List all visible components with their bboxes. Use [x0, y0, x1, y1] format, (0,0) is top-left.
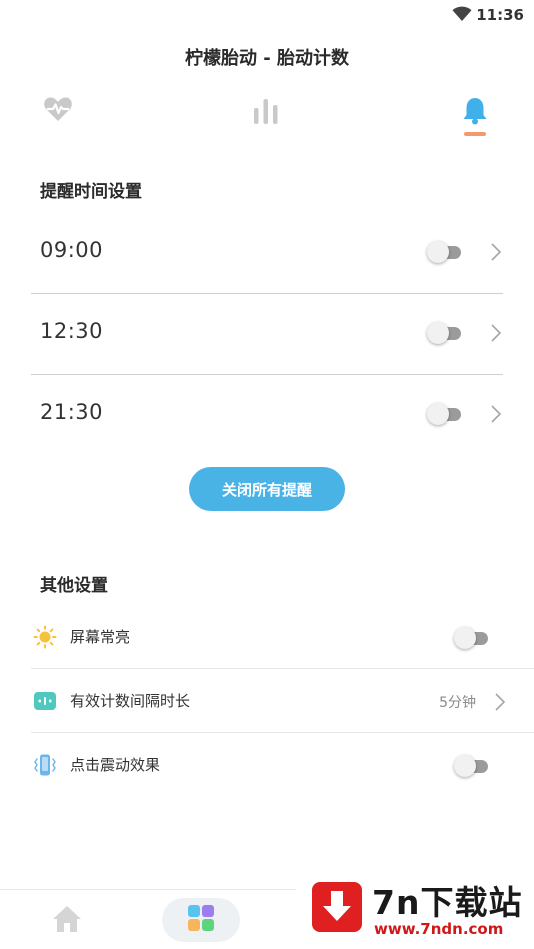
reminder-section-title: 提醒时间设置: [40, 182, 142, 202]
setting-label: 屏幕常亮: [70, 628, 131, 646]
reminder-row[interactable]: 09:00: [31, 214, 503, 294]
reminder-toggle[interactable]: [427, 241, 465, 263]
vibrate-icon: [33, 753, 57, 777]
tab-reminder[interactable]: [445, 92, 505, 138]
status-time: 11:36: [476, 6, 524, 24]
chevron-right-icon[interactable]: [490, 323, 502, 343]
setting-row-keep-screen-on[interactable]: 屏幕常亮: [31, 606, 534, 669]
close-all-reminders-button[interactable]: 关闭所有提醒: [189, 467, 345, 511]
toggle-knob: [454, 627, 476, 649]
reminder-time: 21:30: [40, 400, 104, 424]
keep-screen-on-toggle[interactable]: [454, 627, 492, 649]
reminder-row[interactable]: 21:30: [31, 376, 503, 456]
toggle-knob: [427, 403, 449, 425]
setting-row-vibration[interactable]: 点击震动效果: [31, 734, 534, 797]
heartbeat-icon: [43, 92, 73, 138]
setting-label: 有效计数间隔时长: [70, 692, 191, 710]
setting-row-count-interval[interactable]: 有效计数间隔时长 5分钟: [31, 670, 534, 733]
tab-bar: [0, 92, 534, 140]
bar-chart-icon: [252, 92, 280, 138]
active-tab-indicator: [464, 132, 486, 136]
watermark: 7n下载站 www.7ndn.com: [296, 860, 534, 949]
chevron-right-icon[interactable]: [494, 692, 506, 712]
reminder-toggle[interactable]: [427, 322, 465, 344]
vibration-toggle[interactable]: [454, 755, 492, 777]
status-bar: 11:36: [0, 0, 534, 30]
reminder-toggle[interactable]: [427, 403, 465, 425]
sun-icon: [33, 625, 57, 649]
tab-stats[interactable]: [236, 92, 296, 138]
wifi-icon: [452, 6, 472, 26]
chevron-right-icon[interactable]: [490, 404, 502, 424]
reminder-time: 12:30: [40, 319, 104, 343]
reminder-row[interactable]: 12:30: [31, 295, 503, 375]
interval-value: 5分钟: [439, 695, 476, 711]
toggle-knob: [454, 755, 476, 777]
download-logo-icon: [312, 882, 362, 932]
nav-home-button[interactable]: [50, 902, 84, 936]
other-settings-section-title: 其他设置: [40, 576, 108, 596]
tab-heartbeat[interactable]: [28, 92, 88, 138]
nav-apps-button[interactable]: [162, 898, 240, 942]
watermark-title: 7n下载站: [372, 883, 523, 922]
chevron-right-icon[interactable]: [490, 242, 502, 262]
watermark-url: www.7ndn.com: [374, 920, 504, 938]
toggle-knob: [427, 322, 449, 344]
page-title: 柠檬胎动 - 胎动计数: [184, 48, 349, 69]
timer-icon: [33, 689, 57, 713]
setting-label: 点击震动效果: [70, 756, 161, 774]
toggle-knob: [427, 241, 449, 263]
home-icon: [50, 906, 84, 940]
reminder-time: 09:00: [40, 238, 104, 262]
apps-grid-icon: [187, 904, 215, 936]
